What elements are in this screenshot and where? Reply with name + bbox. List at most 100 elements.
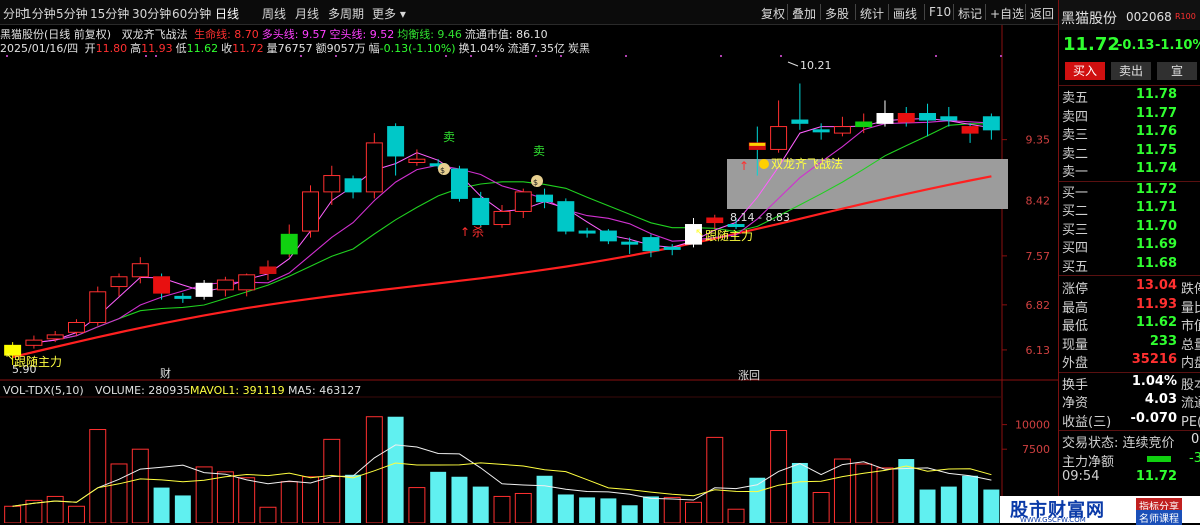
stat-label-2: 量比 xyxy=(1181,300,1200,316)
ask-price: 11.75 xyxy=(1135,142,1177,158)
candle-body[interactable] xyxy=(536,194,554,203)
period-more[interactable]: 更多 ▾ xyxy=(372,5,406,22)
toolbar-f10-button[interactable]: F10 xyxy=(929,5,951,19)
toolbar-mark-button[interactable]: 标记 xyxy=(958,5,982,22)
candle-body[interactable] xyxy=(599,230,617,242)
price-axis-label: 7.57 xyxy=(1026,250,1051,263)
toolbar: 分时 1分钟 5分钟 15分钟 30分钟 60分钟 日线 周线 月线 多周期 更多 ▾ 复权 叠加 多股统… xyxy=(0,0,1058,25)
period-1min[interactable]: 1分钟 xyxy=(24,5,56,22)
ohlc-value: 11.93 xyxy=(141,42,173,55)
stat-value: 4.03 xyxy=(1144,392,1177,407)
toolbar-back-button[interactable]: 返回 xyxy=(1030,5,1054,22)
candle-body[interactable] xyxy=(450,168,468,199)
toolbar-multistock-button[interactable]: 多股 xyxy=(825,5,849,22)
kline-chart[interactable]: 9.358.427.576.826.1310.215.90卖卖杀↑跟随主力跟随主… xyxy=(0,0,1058,523)
period-30min[interactable]: 30分钟 xyxy=(132,5,171,22)
candle-body[interactable] xyxy=(770,126,788,150)
announce-button[interactable]: 宣 xyxy=(1157,62,1197,80)
period-monthly[interactable]: 月线 xyxy=(295,5,319,22)
candle-body[interactable] xyxy=(174,295,192,299)
toolbar-stats-button[interactable]: 统计 xyxy=(860,5,884,22)
candle-body[interactable] xyxy=(365,142,383,193)
candle-body[interactable] xyxy=(387,126,405,157)
candle-body[interactable] xyxy=(259,266,277,275)
ask-price: 11.78 xyxy=(1135,87,1177,102)
candle-body[interactable] xyxy=(812,129,830,133)
volume-bar xyxy=(983,489,1000,523)
volume-bar xyxy=(451,476,468,523)
net-flow-label: 主力净额 xyxy=(1062,454,1115,470)
chart-background xyxy=(0,0,1058,523)
ask-row: 卖二 11.75 xyxy=(1059,142,1200,162)
candle-body[interactable] xyxy=(195,282,213,297)
candle-body[interactable] xyxy=(557,201,575,232)
stat-label-2: 流通 xyxy=(1181,396,1200,411)
price-axis-label: 8.42 xyxy=(1026,194,1051,207)
toolbar-divider xyxy=(924,4,925,20)
candle-body[interactable] xyxy=(706,217,724,224)
candle-body[interactable] xyxy=(876,113,894,124)
stat-value: 13.04 xyxy=(1135,278,1177,293)
strategy-arrow: ↑ xyxy=(739,159,749,173)
trade-status-row: 交易状态: 连续竞价 0 xyxy=(1059,432,1200,451)
candle-body[interactable] xyxy=(940,116,958,121)
candle-body[interactable] xyxy=(642,237,660,252)
candle-body[interactable] xyxy=(110,276,128,288)
candle-body[interactable] xyxy=(472,197,490,226)
period-60min[interactable]: 60分钟 xyxy=(172,5,211,22)
toolbar-overlay-button[interactable]: 叠加 xyxy=(792,5,816,22)
period-daily[interactable]: 日线 xyxy=(215,5,239,22)
period-5min[interactable]: 5分钟 xyxy=(56,5,88,22)
annotation-kill: 杀 xyxy=(472,224,484,239)
signal-dot xyxy=(560,55,562,57)
candle-body[interactable] xyxy=(855,121,873,128)
date-label: 2025/01/16/四 xyxy=(0,42,79,55)
candle-body[interactable] xyxy=(408,158,426,163)
toolbar-add-watch-button[interactable]: +自选 xyxy=(990,5,1024,22)
candle-body[interactable] xyxy=(302,191,319,232)
candle-body[interactable] xyxy=(897,113,915,123)
candle-body[interactable] xyxy=(982,116,1000,131)
candle-body[interactable] xyxy=(663,246,681,250)
period-multi[interactable]: 多周期 xyxy=(328,5,364,22)
candle-body[interactable] xyxy=(280,233,298,255)
ohlc-key: 额 xyxy=(315,42,327,55)
volume-bar xyxy=(791,462,808,523)
candle-body[interactable] xyxy=(919,113,937,121)
candle-body[interactable] xyxy=(131,263,149,278)
period-weekly[interactable]: 周线 xyxy=(262,5,286,22)
volume-bar xyxy=(600,498,617,523)
sell-button[interactable]: 卖出 xyxy=(1111,62,1151,80)
candle-body[interactable] xyxy=(89,291,107,323)
volume-bar xyxy=(472,486,489,523)
candle-body[interactable] xyxy=(153,276,171,294)
candle-body[interactable] xyxy=(514,191,532,212)
volume-axis-label: 10000 xyxy=(1015,419,1050,432)
tick-row: 09:54 11.72 xyxy=(1059,469,1200,487)
candle-body[interactable] xyxy=(493,210,511,226)
candle-body[interactable] xyxy=(344,178,362,193)
stat-row: 现量 233总量 xyxy=(1059,334,1200,353)
candle-body[interactable] xyxy=(216,279,234,291)
candle-body[interactable] xyxy=(46,334,64,340)
candle-body[interactable] xyxy=(323,175,341,193)
candle-body[interactable] xyxy=(833,126,851,134)
candle-body[interactable] xyxy=(67,321,85,333)
candle-body[interactable] xyxy=(791,119,809,124)
ohlc-key: 量 xyxy=(266,42,278,55)
candle-body[interactable] xyxy=(621,241,639,245)
candle-body[interactable] xyxy=(25,339,43,346)
candle-body[interactable] xyxy=(238,274,256,291)
candle-body[interactable] xyxy=(727,224,745,228)
buy-button[interactable]: 买入 xyxy=(1065,62,1105,80)
period-15min[interactable]: 15分钟 xyxy=(90,5,129,22)
stat-value: 11.62 xyxy=(1135,315,1177,330)
candle-body[interactable] xyxy=(961,126,979,134)
toolbar-fuquan-button[interactable]: 复权 xyxy=(761,5,785,22)
bid-row: 买一 11.72 xyxy=(1059,182,1200,201)
vol-name: VOL-TDX(5,10) xyxy=(3,384,84,397)
stat-label: 最高 xyxy=(1062,300,1089,316)
candle-body[interactable] xyxy=(578,230,596,234)
toolbar-draw-button[interactable]: 画线 xyxy=(893,5,917,22)
last-price: 11.72 xyxy=(1063,34,1120,55)
